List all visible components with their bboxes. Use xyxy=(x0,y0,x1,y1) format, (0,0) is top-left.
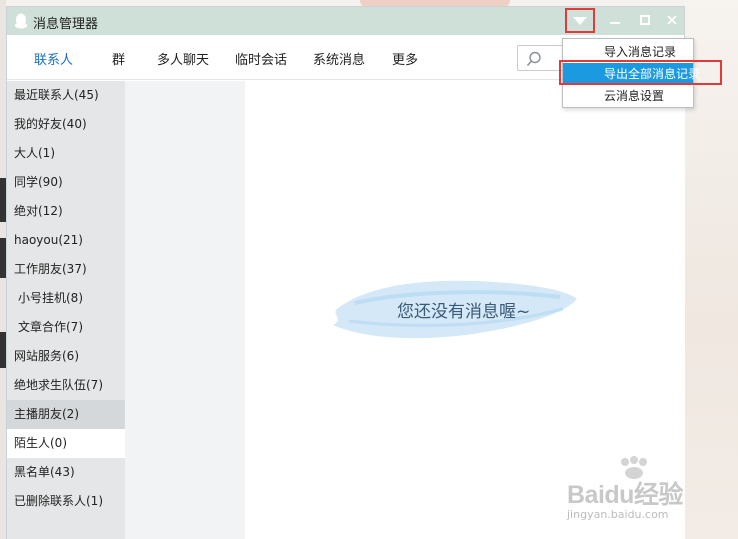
contact-group-item[interactable]: haoyou(21) xyxy=(7,226,125,255)
watermark-logo-text: Baidu经验 xyxy=(567,481,683,509)
contact-group-item-selected[interactable]: 陌生人(0) xyxy=(7,429,125,458)
options-dropdown-menu: 导入消息记录 导出全部消息记录 云消息设置 xyxy=(562,38,700,108)
contact-group-item[interactable]: 绝对(12) xyxy=(7,197,125,226)
contact-group-item[interactable]: 工作朋友(37) xyxy=(7,255,125,284)
minimize-button[interactable] xyxy=(604,9,626,31)
contact-group-item[interactable]: 文章合作(7) xyxy=(7,313,125,342)
contact-group-item[interactable]: 大人(1) xyxy=(7,139,125,168)
window-title: 消息管理器 xyxy=(33,17,99,32)
contact-group-item[interactable]: 我的好友(40) xyxy=(7,110,125,139)
baidu-jingyan-watermark: Baidu经验 jingyan.baidu.com xyxy=(565,456,730,526)
qq-penguin-icon xyxy=(15,13,27,29)
tab-system-messages[interactable]: 系统消息 xyxy=(313,49,365,68)
titlebar: 消息管理器 xyxy=(7,7,684,35)
contact-group-item[interactable]: 黑名单(43) xyxy=(7,458,125,487)
contact-group-item[interactable]: 已删除联系人(1) xyxy=(7,487,125,516)
search-icon xyxy=(526,51,541,67)
contact-group-item[interactable]: 最近联系人(45) xyxy=(7,81,125,110)
tab-contacts[interactable]: 联系人 xyxy=(34,49,73,68)
maximize-button[interactable] xyxy=(634,9,656,31)
watermark-url: jingyan.baidu.com xyxy=(567,508,669,521)
contact-group-item[interactable]: 小号挂机(8) xyxy=(7,284,125,313)
triangle-down-icon xyxy=(573,16,587,25)
tab-temp-session[interactable]: 临时会话 xyxy=(235,49,287,68)
menu-item-import-messages[interactable]: 导入消息记录 xyxy=(563,41,693,63)
menu-dropdown-button[interactable] xyxy=(565,8,595,33)
tab-multi-chat[interactable]: 多人聊天 xyxy=(157,49,209,68)
close-button[interactable] xyxy=(661,9,683,31)
contact-group-item[interactable]: 主播朋友(2) xyxy=(7,400,125,429)
menu-item-cloud-message-settings[interactable]: 云消息设置 xyxy=(563,85,693,107)
contact-group-item[interactable]: 绝地求生队伍(7) xyxy=(7,371,125,400)
tab-groups[interactable]: 群 xyxy=(112,49,125,68)
close-icon xyxy=(667,15,677,25)
tab-more[interactable]: 更多 xyxy=(392,49,418,68)
contact-group-list: 最近联系人(45) 我的好友(40) 大人(1) 同学(90) 绝对(12) h… xyxy=(7,81,125,539)
minimize-icon xyxy=(610,22,620,24)
contact-group-item[interactable]: 网站服务(6) xyxy=(7,342,125,371)
contact-group-item[interactable]: 同学(90) xyxy=(7,168,125,197)
maximize-icon xyxy=(640,15,650,25)
contact-list-panel xyxy=(125,81,245,539)
menu-item-export-all-messages[interactable]: 导出全部消息记录 xyxy=(563,63,700,85)
empty-message-text: 您还没有消息喔~ xyxy=(397,302,531,322)
